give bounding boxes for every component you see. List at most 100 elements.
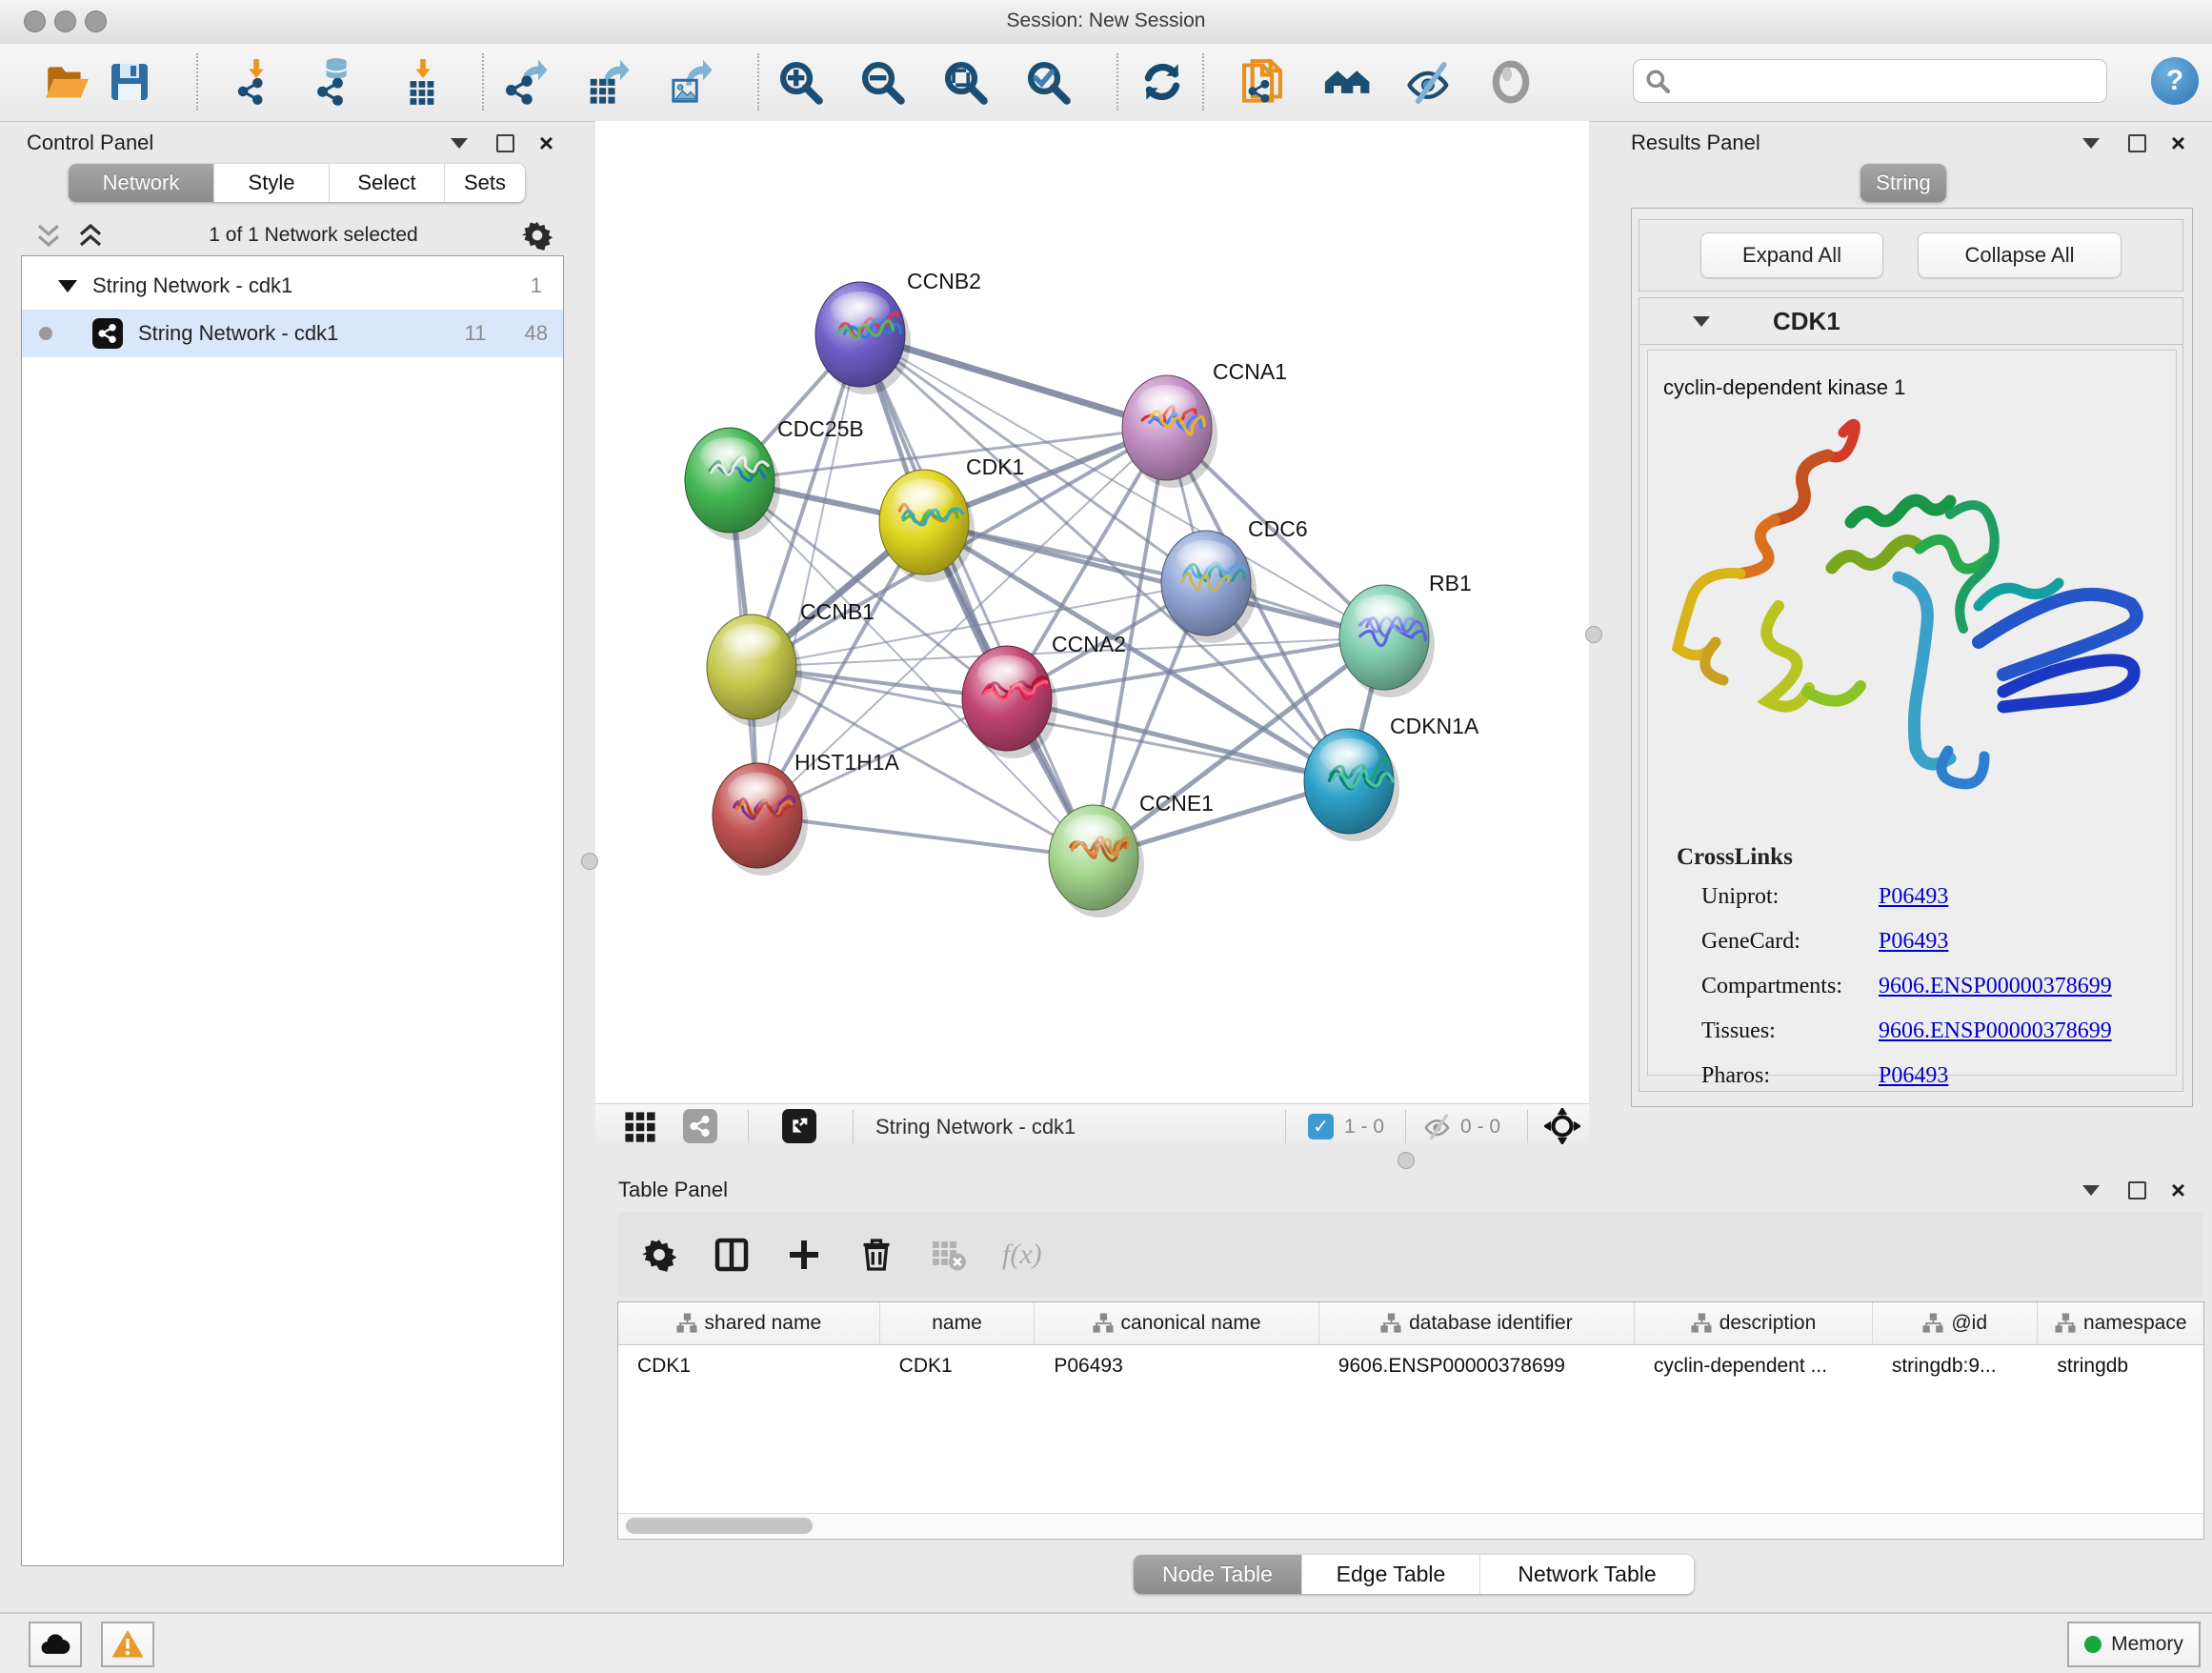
cell-namespace[interactable]: stringdb [2038,1345,2203,1387]
save-session-button[interactable] [103,55,156,109]
first-neighbors-button[interactable] [1319,55,1373,109]
panel-menu-icon[interactable] [451,138,468,149]
network-canvas[interactable]: CCNB2CCNA1CDC25BCDK1CDC6RB1CCNB1CCNA2CDK… [595,121,1589,1103]
column-header-description[interactable]: description [1635,1302,1873,1344]
float-panel-icon[interactable] [2128,134,2146,152]
birdseye-crosshair-icon[interactable] [1544,1108,1580,1144]
crosslink-tissues-link[interactable]: 9606.ENSP00000378699 [1879,1018,2176,1044]
tab-style[interactable]: Style [214,164,330,202]
section-expander-icon[interactable] [1693,316,1710,327]
selected-checkbox-icon[interactable]: ✓ [1308,1114,1334,1139]
cell-name[interactable]: CDK1 [880,1345,1036,1387]
expand-all-icon[interactable] [76,221,105,250]
function-builder-icon[interactable]: f(x) [1002,1239,1042,1271]
column-header-id[interactable]: @id [1873,1302,2039,1344]
zoom-out-button[interactable] [855,55,909,109]
tree-expander-icon[interactable] [58,280,77,292]
network-node-ccne1[interactable] [1049,805,1144,917]
memory-button[interactable]: Memory [2067,1622,2201,1667]
network-node-ccna2[interactable] [962,646,1057,758]
vertical-splitter-handle[interactable] [581,853,598,870]
close-panel-icon[interactable]: × [2171,1182,2185,1198]
cell-description[interactable]: cyclin-dependent ... [1635,1345,1873,1387]
network-node-cdkn1a[interactable] [1304,729,1399,841]
clone-network-button[interactable] [1234,55,1287,109]
network-node-ccnb2[interactable] [815,282,911,394]
export-network-button[interactable] [499,55,553,109]
zoom-selected-button[interactable] [1021,55,1075,109]
cell-shared-name[interactable]: CDK1 [618,1345,880,1387]
crosslink-pharos-link[interactable]: P06493 [1879,1063,2176,1089]
show-all-button[interactable] [1484,55,1538,109]
cloud-button[interactable] [29,1622,82,1667]
network-edge[interactable] [860,334,1094,857]
delete-table-icon[interactable] [932,1238,966,1272]
tab-sets[interactable]: Sets [445,164,525,202]
table-options-gear-icon[interactable] [642,1238,676,1272]
network-options-gear-icon[interactable] [522,220,553,251]
tab-string[interactable]: String [1860,164,1946,202]
network-edge[interactable] [924,522,1384,637]
help-button[interactable]: ? [2151,57,2199,105]
search-box[interactable] [1633,59,2107,103]
expand-all-button[interactable]: Expand All [1700,232,1883,278]
float-panel-icon[interactable] [2128,1181,2146,1199]
float-panel-icon[interactable] [496,134,514,152]
network-collection-row[interactable]: String Network - cdk1 1 [22,262,563,310]
table-row[interactable]: CDK1 CDK1 P06493 9606.ENSP00000378699 cy… [618,1345,2203,1387]
column-header-name[interactable]: name [880,1302,1036,1344]
delete-column-icon[interactable] [859,1238,894,1272]
grid-view-icon[interactable] [624,1111,656,1143]
column-header-database-identifier[interactable]: database identifier [1319,1302,1635,1344]
network-node-cdc6[interactable] [1161,531,1257,643]
panel-menu-icon[interactable] [2082,1185,2100,1196]
network-edge[interactable] [757,334,860,816]
collapse-all-button[interactable]: Collapse All [1918,232,2122,278]
network-node-rb1[interactable] [1339,585,1435,697]
zoom-in-button[interactable] [774,55,827,109]
close-panel-icon[interactable]: × [2171,135,2185,151]
vertical-splitter-handle[interactable] [1585,626,1602,643]
import-network-file-button[interactable] [229,55,282,109]
horizontal-scrollbar[interactable] [618,1513,2203,1539]
panel-menu-icon[interactable] [2082,138,2100,149]
string-style-icon[interactable] [683,1109,717,1143]
open-session-button[interactable] [40,55,93,109]
crosslink-genecard-link[interactable]: P06493 [1879,929,2176,955]
cell-canonical-name[interactable]: P06493 [1035,1345,1318,1387]
warnings-button[interactable] [101,1622,154,1667]
close-panel-icon[interactable]: × [539,135,553,151]
import-network-database-button[interactable] [309,55,362,109]
network-node-ccnb1[interactable] [707,615,802,727]
column-header-namespace[interactable]: namespace [2038,1302,2203,1344]
show-columns-icon[interactable] [714,1238,749,1272]
hide-selected-button[interactable] [1402,55,1456,109]
tab-network[interactable]: Network [69,164,214,202]
horizontal-splitter-handle[interactable] [1398,1152,1415,1169]
cell-database-identifier[interactable]: 9606.ENSP00000378699 [1319,1345,1635,1387]
export-table-button[interactable] [581,55,634,109]
column-header-canonical-name[interactable]: canonical name [1035,1302,1318,1344]
tab-select[interactable]: Select [330,164,445,202]
tab-edge-table[interactable]: Edge Table [1302,1555,1480,1594]
cell-id[interactable]: stringdb:9... [1873,1345,2039,1387]
collapse-all-icon[interactable] [34,221,63,250]
scrollbar-thumb[interactable] [626,1518,813,1534]
network-row-selected[interactable]: String Network - cdk1 11 48 [22,310,563,357]
crosslink-compartments-link[interactable]: 9606.ENSP00000378699 [1879,974,2176,999]
crosslink-uniprot-link[interactable]: P06493 [1879,884,2176,910]
import-table-button[interactable] [396,55,450,109]
network-graph[interactable]: CCNB2CCNA1CDC25BCDK1CDC6RB1CCNB1CCNA2CDK… [595,121,1589,1103]
open-in-new-window-icon[interactable] [782,1109,816,1143]
refresh-view-button[interactable] [1136,55,1189,109]
search-input[interactable] [1678,70,2095,93]
network-node-ccna1[interactable] [1122,375,1217,488]
network-node-cdk1[interactable] [879,470,975,582]
zoom-fit-button[interactable] [938,55,992,109]
hidden-eye-slash-icon[interactable] [1422,1112,1453,1142]
network-node-cdc25b[interactable] [685,428,780,540]
cdk1-section-header[interactable]: CDK1 [1639,298,2182,345]
tab-node-table[interactable]: Node Table [1134,1555,1302,1594]
export-image-button[interactable] [664,55,717,109]
add-column-icon[interactable] [787,1238,821,1272]
